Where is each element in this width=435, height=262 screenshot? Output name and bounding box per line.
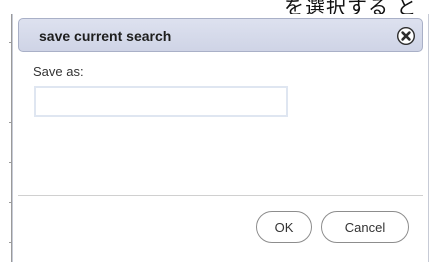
dialog-title: save current search: [39, 28, 172, 44]
dialog-titlebar[interactable]: save current search: [18, 18, 423, 52]
background-window-edge: [0, 14, 12, 262]
dialog-divider: [18, 195, 423, 196]
page: を選択する と save current search Save as: OK …: [0, 0, 435, 262]
save-as-input[interactable]: [34, 86, 288, 117]
save-search-dialog: save current search Save as: OK Cancel: [12, 14, 429, 262]
close-icon-graphic: [397, 27, 415, 45]
cancel-button[interactable]: Cancel: [321, 211, 409, 243]
save-as-label: Save as:: [33, 64, 84, 79]
close-icon[interactable]: [396, 26, 416, 46]
ok-button[interactable]: OK: [256, 211, 312, 243]
